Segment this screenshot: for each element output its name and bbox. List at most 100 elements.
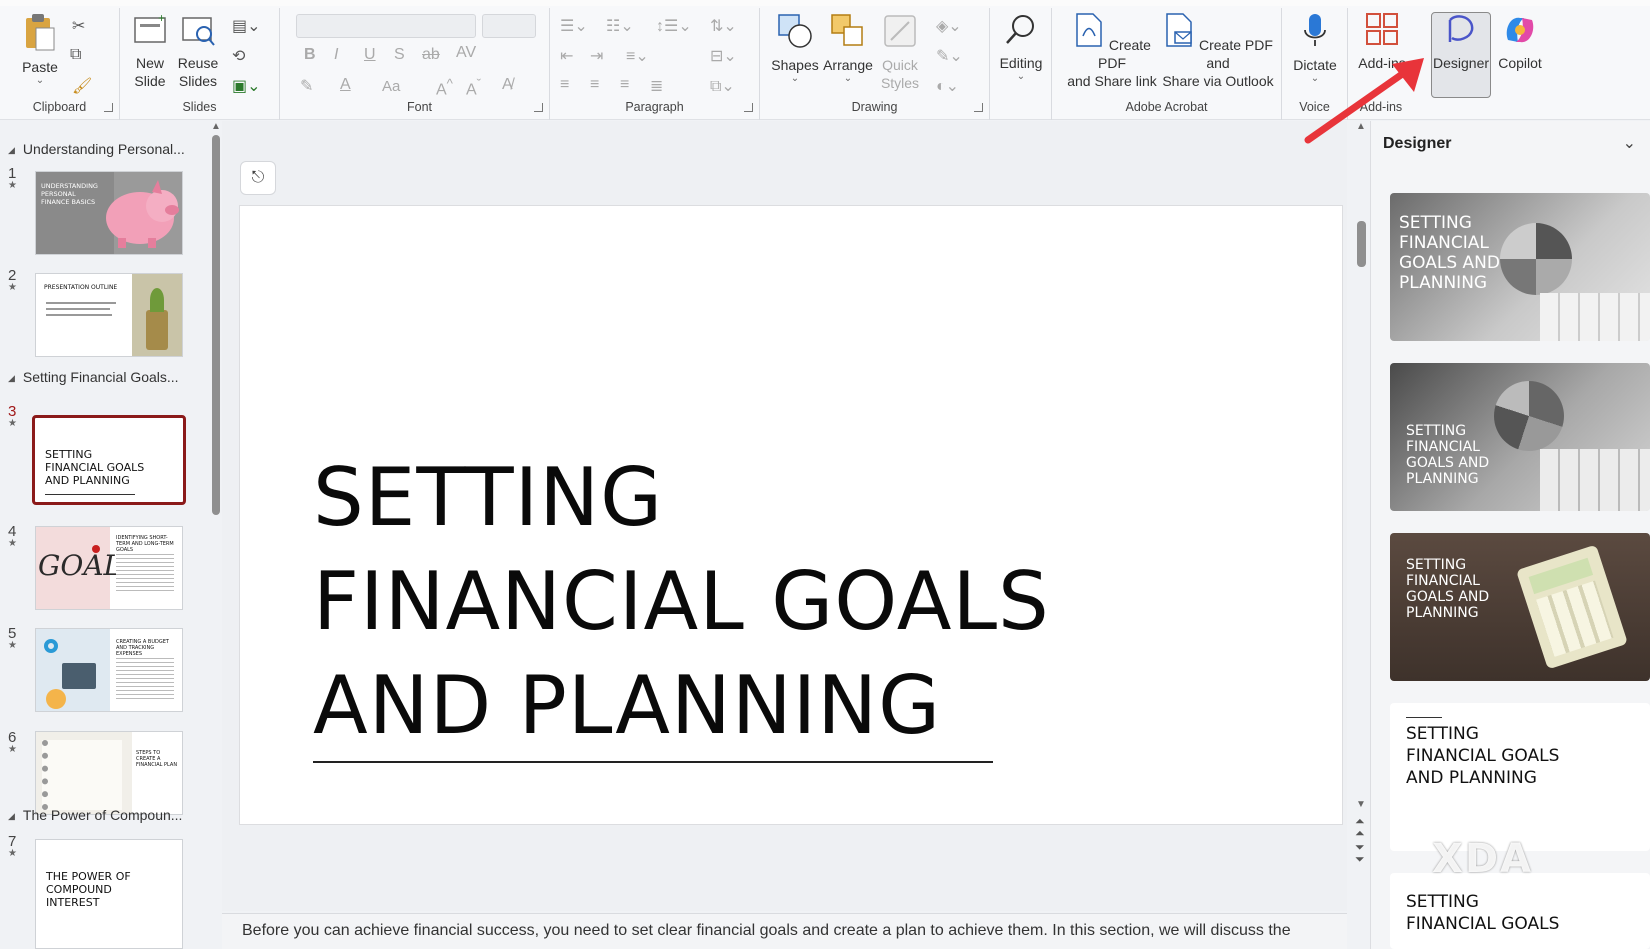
strikethrough-button[interactable]: ab xyxy=(422,46,440,64)
slide-thumbnail-3[interactable]: SETTING FINANCIAL GOALS AND PLANNING xyxy=(32,415,186,505)
arrange-icon xyxy=(831,14,863,46)
previous-slide-icon[interactable]: ⏶ ⏶ xyxy=(1355,815,1365,839)
goal-pin xyxy=(92,545,100,553)
create-pdf-label-2: and Share link xyxy=(1067,73,1157,89)
thumb-3-rule xyxy=(45,494,135,495)
numbering-icon[interactable]: ☷⌄ xyxy=(606,16,634,36)
layout-icon[interactable]: ▤⌄ xyxy=(232,16,261,36)
cut-icon[interactable]: ✂ xyxy=(72,16,85,36)
clipboard-launcher-icon[interactable] xyxy=(104,103,113,112)
chevron-down-icon[interactable]: ⌄ xyxy=(1623,133,1636,153)
font-family-combo[interactable] xyxy=(296,14,476,38)
reuse-label-1: Reuse xyxy=(177,55,219,71)
xda-watermark-logo: XDA xyxy=(1432,836,1533,882)
slide-title[interactable]: SETTING FINANCIAL GOALS AND PLANNING xyxy=(313,446,1050,758)
pdf-outlook-icon xyxy=(1166,13,1192,47)
paste-button[interactable]: Paste ⌄ xyxy=(18,12,62,86)
slide-thumbnail-2[interactable]: PRESENTATION OUTLINE xyxy=(35,273,183,357)
copy-icon[interactable]: ⧉ xyxy=(70,46,81,64)
section-header-3[interactable]: ◢ The Power of Compoun... xyxy=(8,807,182,823)
shape-outline-icon[interactable]: ✎⌄ xyxy=(936,46,963,66)
change-case-button[interactable]: Aa xyxy=(382,78,400,95)
shape-effects-icon[interactable]: ◐⌄ xyxy=(936,76,959,96)
justify-icon[interactable]: ≣ xyxy=(650,76,663,96)
drawing-launcher-icon[interactable] xyxy=(974,103,983,112)
clipboard-group-label: Clipboard xyxy=(32,100,87,114)
design-idea-5-title: SETTING FINANCIAL GOALS xyxy=(1406,892,1560,934)
copilot-button[interactable]: Copilot xyxy=(1494,12,1546,72)
clear-formatting-icon[interactable]: A̸ xyxy=(502,76,513,94)
create-pdf-share-link-button[interactable]: Create PDF and Share link xyxy=(1062,12,1162,90)
text-direction-icon[interactable]: ⇅⌄ xyxy=(710,16,737,36)
shape-fill-icon[interactable]: ◈⌄ xyxy=(936,16,962,36)
designer-button[interactable]: Designer xyxy=(1431,12,1491,72)
speaker-notes-pane[interactable]: Before you can achieve financial success… xyxy=(222,913,1347,949)
current-slide[interactable]: SETTING FINANCIAL GOALS AND PLANNING xyxy=(239,205,1343,825)
slides-group: + New Slide Reuse Slides ▤⌄ ⟲ ▣⌄ Slides xyxy=(120,8,280,120)
copilot-inline-button[interactable]: ⎋ xyxy=(240,161,276,195)
design-idea-1[interactable]: SETTING FINANCIAL GOALS AND PLANNING xyxy=(1390,193,1650,341)
collapse-triangle-icon: ◢ xyxy=(8,144,15,155)
design-idea-4[interactable]: SETTING FINANCIAL GOALS AND PLANNING xyxy=(1390,703,1650,851)
editing-button[interactable]: Editing ⌄ xyxy=(994,12,1048,82)
columns-icon[interactable]: ≡⌄ xyxy=(626,46,649,66)
quick-styles-button[interactable]: Quick Styles xyxy=(878,12,922,92)
canvas-scroll-down-icon[interactable]: ▼ xyxy=(1356,799,1366,810)
arrange-button[interactable]: Arrange ⌄ xyxy=(822,12,874,84)
align-text-icon[interactable]: ⊟⌄ xyxy=(710,46,737,66)
font-color-icon[interactable]: A xyxy=(340,76,351,94)
shadow-button[interactable]: S xyxy=(394,46,405,64)
slide-thumbnails-pane: ◢ Understanding Personal... 1 ★ UNDERSTAND… xyxy=(0,121,222,949)
reuse-slides-button[interactable]: Reuse Slides xyxy=(176,12,220,90)
canvas-scrollbar[interactable] xyxy=(1357,221,1366,267)
scroll-up-icon[interactable]: ▲ xyxy=(211,121,221,132)
slide-number-3: 3 ★ xyxy=(8,403,17,429)
paragraph-group: ☰⌄ ☷⌄ ↕☰⌄ ⇅⌄ ⇤ ⇥ ≡⌄ ⊟⌄ ≡ ≡ ≡ ≣ ⧉⌄ Paragr… xyxy=(550,8,760,120)
line-spacing-icon[interactable]: ↕☰⌄ xyxy=(656,16,692,36)
animation-star-icon: ★ xyxy=(8,744,17,755)
decrease-indent-icon[interactable]: ⇤ xyxy=(560,46,573,66)
underline-button[interactable]: U xyxy=(364,46,376,64)
shrink-font-icon[interactable]: Aˇ xyxy=(466,76,481,99)
next-slide-icon[interactable]: ⏷ ⏷ xyxy=(1355,841,1365,865)
thumbnails-scrollbar[interactable] xyxy=(212,135,220,515)
quick-styles-label-2: Styles xyxy=(880,75,920,91)
grow-font-icon[interactable]: A^ xyxy=(436,76,453,99)
chevron-down-icon: ⌄ xyxy=(1016,71,1026,82)
slide-thumbnail-6[interactable]: STEPS TO CREATE A FINANCIAL PLAN xyxy=(35,731,183,815)
animation-star-icon: ★ xyxy=(8,180,17,191)
bullets-icon[interactable]: ☰⌄ xyxy=(560,16,588,36)
italic-button[interactable]: I xyxy=(334,46,338,64)
design-idea-5[interactable]: SETTING FINANCIAL GOALS xyxy=(1390,873,1650,949)
slide-thumbnail-1[interactable]: UNDERSTANDING PERSONAL FINANCE BASICS xyxy=(35,171,183,255)
section-header-1[interactable]: ◢ Understanding Personal... xyxy=(8,141,185,157)
reset-icon[interactable]: ⟲ xyxy=(232,46,245,66)
paragraph-launcher-icon[interactable] xyxy=(744,103,753,112)
align-right-icon[interactable]: ≡ xyxy=(620,76,629,94)
thumb-4-goal-image: GOAL xyxy=(36,527,122,609)
format-painter-icon[interactable]: 🖌 xyxy=(72,76,92,96)
align-left-icon[interactable]: ≡ xyxy=(560,76,569,94)
highlight-icon[interactable]: ✎ xyxy=(300,76,313,96)
smartart-icon[interactable]: ⧉⌄ xyxy=(710,76,735,96)
section-icon[interactable]: ▣⌄ xyxy=(232,76,261,96)
create-pdf-outlook-button[interactable]: Create PDF and Share via Outlook xyxy=(1160,12,1276,90)
design-idea-2[interactable]: SETTING FINANCIAL GOALS AND PLANNING xyxy=(1390,363,1650,511)
new-slide-button[interactable]: + New Slide xyxy=(128,11,172,90)
design-idea-3[interactable]: SETTING FINANCIAL GOALS AND PLANNING xyxy=(1390,533,1650,681)
font-launcher-icon[interactable] xyxy=(534,103,543,112)
thumb-6-notebook-image xyxy=(36,732,132,814)
slide-thumbnail-5[interactable]: CREATING A BUDGET AND TRACKING EXPENSES xyxy=(35,628,183,712)
speaker-notes-text[interactable]: Before you can achieve financial success… xyxy=(242,922,1291,940)
slide-thumbnail-7[interactable]: THE POWER OF COMPOUND INTEREST xyxy=(35,839,183,949)
bold-button[interactable]: B xyxy=(304,46,316,64)
section-header-2[interactable]: ◢ Setting Financial Goals... xyxy=(8,369,179,385)
paste-label: Paste xyxy=(22,59,58,75)
thumb-6-title: STEPS TO CREATE A FINANCIAL PLAN xyxy=(136,750,178,768)
font-size-combo[interactable] xyxy=(482,14,536,38)
slide-thumbnail-4[interactable]: GOAL IDENTIFYING SHORT-TERM AND LONG-TER… xyxy=(35,526,183,610)
shapes-button[interactable]: Shapes ⌄ xyxy=(770,12,820,84)
character-spacing-button[interactable]: AV xyxy=(456,44,476,62)
increase-indent-icon[interactable]: ⇥ xyxy=(590,46,603,66)
align-center-icon[interactable]: ≡ xyxy=(590,76,599,94)
